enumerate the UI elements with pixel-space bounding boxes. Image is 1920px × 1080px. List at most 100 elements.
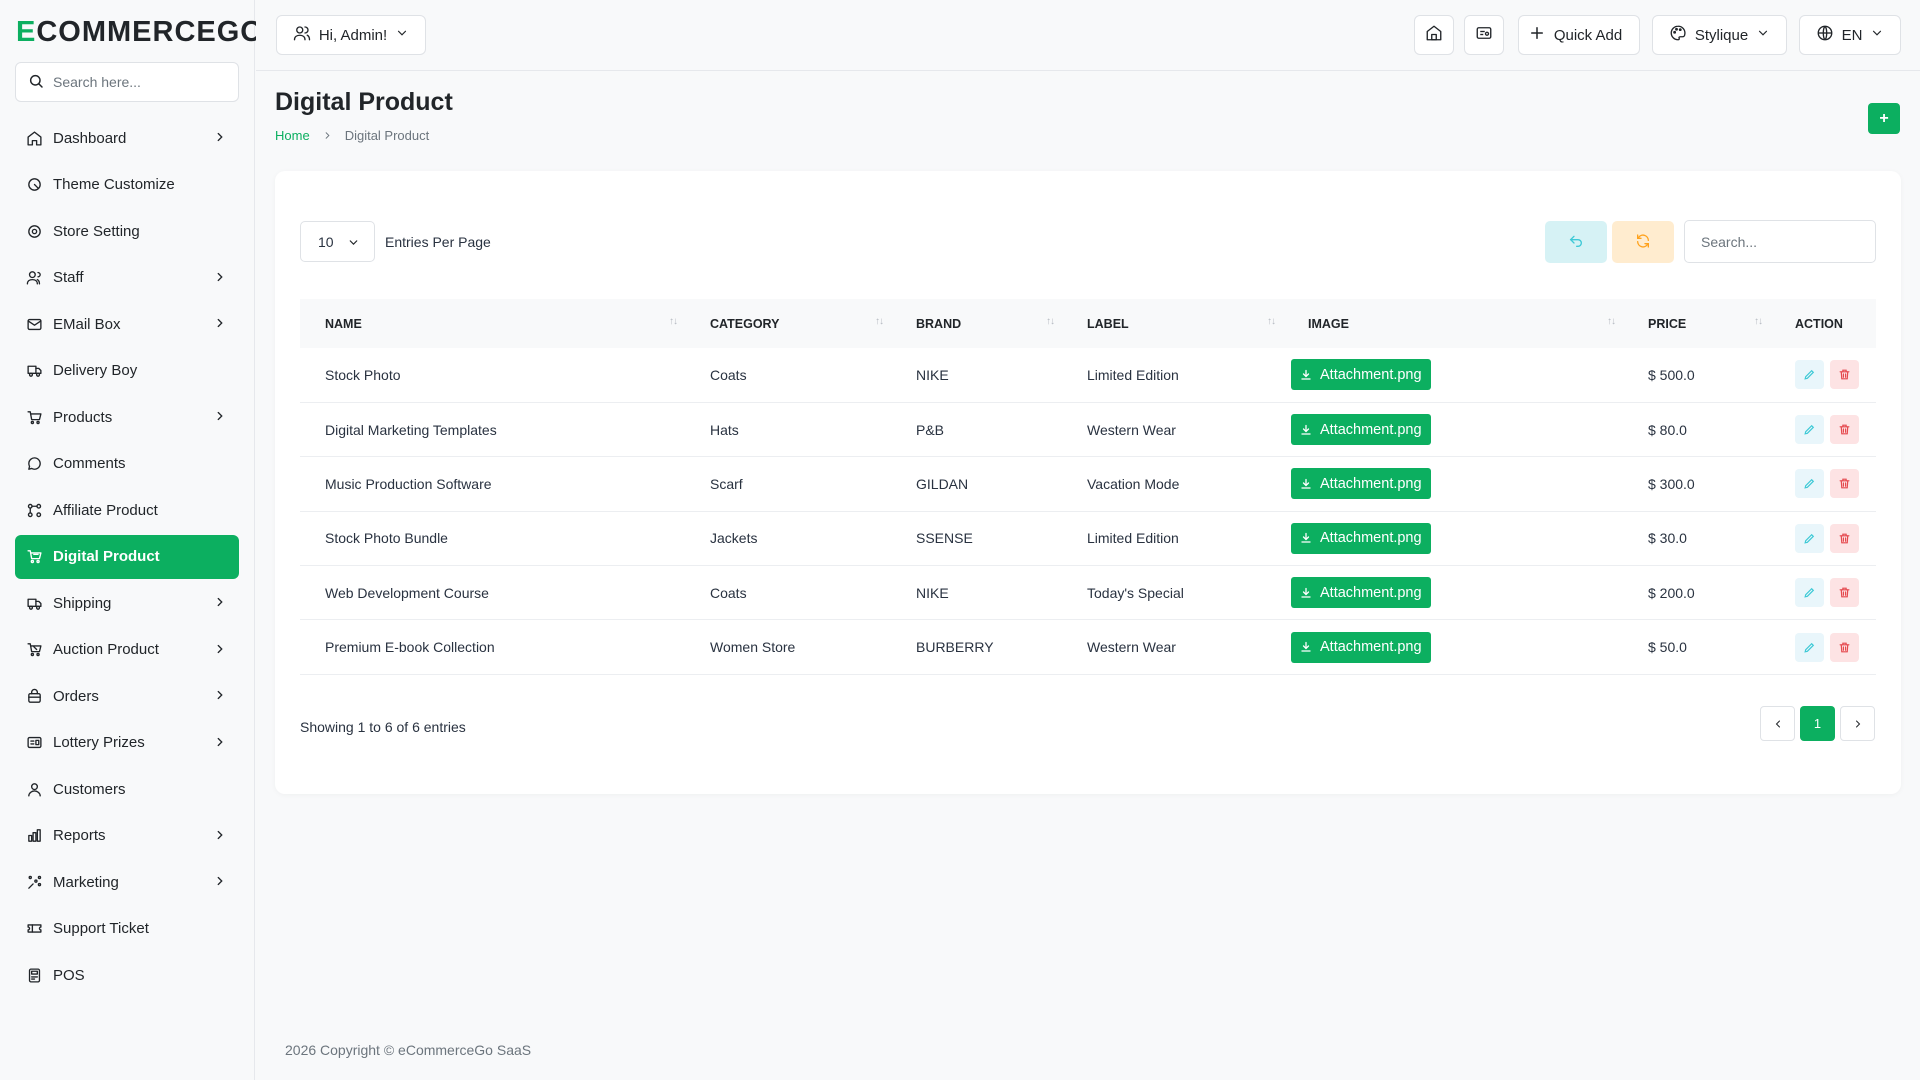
user-menu-button[interactable]: Hi, Admin! xyxy=(276,15,426,55)
table-row: Digital Marketing Templates Hats P&B Wester… xyxy=(300,402,1876,457)
sidebar-search xyxy=(15,62,239,102)
home-icon xyxy=(25,129,43,147)
delete-button[interactable] xyxy=(1830,523,1859,553)
sidebar-item-label: Auction Product xyxy=(53,641,159,658)
lottery-icon xyxy=(25,734,43,752)
attachment-label: Attachment.png xyxy=(1320,475,1422,492)
cell-image: Attachment.png xyxy=(1283,457,1623,511)
users-icon xyxy=(25,269,43,287)
cell-label: Limited Edition xyxy=(1087,530,1179,547)
sidebar-item-comments[interactable]: Comments xyxy=(15,442,239,486)
download-attachment-button[interactable]: Attachment.png xyxy=(1291,577,1431,609)
sidebar-item-delivery-boy[interactable]: Delivery Boy xyxy=(15,349,239,393)
store-name-label: Stylique xyxy=(1694,26,1749,44)
user-icon xyxy=(25,780,43,798)
edit-button[interactable] xyxy=(1795,523,1824,553)
sidebar-item-reports[interactable]: Reports xyxy=(15,814,239,858)
products-card: 10 Entries Per Page Name↑↓ Category↑↓ Br… xyxy=(275,171,1901,794)
download-icon xyxy=(1301,641,1311,652)
sidebar-item-products[interactable]: Products xyxy=(15,395,239,439)
download-icon xyxy=(1301,533,1311,544)
sidebar-item-label: Delivery Boy xyxy=(53,362,138,379)
edit-button[interactable] xyxy=(1795,360,1824,390)
pencil-icon xyxy=(1804,533,1815,544)
prev-page-button[interactable] xyxy=(1760,706,1795,741)
affiliate-icon xyxy=(25,501,43,519)
sidebar-item-label: Shipping xyxy=(53,594,112,612)
download-attachment-button[interactable]: Attachment.png xyxy=(1291,359,1431,391)
page-number-button[interactable]: 1 xyxy=(1800,706,1835,741)
trash-icon xyxy=(1839,479,1850,489)
sidebar-item-marketing[interactable]: Marketing xyxy=(15,860,239,904)
sidebar-item-pos[interactable]: POS xyxy=(15,953,239,997)
column-header-category[interactable]: Category ↑↓ xyxy=(685,299,891,348)
cell-image: Attachment.png xyxy=(1283,511,1623,565)
undo-icon xyxy=(1568,233,1584,252)
comment-icon xyxy=(25,455,43,473)
undo-button[interactable] xyxy=(1545,221,1607,263)
add-product-button[interactable]: + xyxy=(1868,103,1900,134)
sidebar-item-label: Comments xyxy=(53,455,126,472)
next-page-button[interactable] xyxy=(1840,706,1875,741)
edit-button[interactable] xyxy=(1795,469,1824,499)
breadcrumb-home-link[interactable]: Home xyxy=(275,128,310,143)
cell-name: Stock Photo Bundle xyxy=(325,530,448,547)
sort-icon: ↑↓ xyxy=(1754,316,1763,327)
column-header-image[interactable]: Image ↑↓ xyxy=(1283,299,1623,348)
brand-logo[interactable]: ECOMMERCEGO xyxy=(16,16,264,49)
sidebar-item-lottery-prizes[interactable]: Lottery Prizes xyxy=(15,721,239,765)
plus-icon: + xyxy=(1879,109,1889,127)
quick-add-button[interactable]: Quick Add xyxy=(1518,15,1640,55)
store-icon xyxy=(1425,24,1443,46)
sidebar-search-input[interactable] xyxy=(53,74,223,90)
edit-button[interactable] xyxy=(1795,632,1824,662)
delete-button[interactable] xyxy=(1830,469,1859,499)
cell-label: Limited Edition xyxy=(1087,366,1179,383)
sidebar-item-affiliate-product[interactable]: Affiliate Product xyxy=(15,488,239,532)
sidebar-item-dashboard[interactable]: Dashboard xyxy=(15,116,239,160)
sidebar-item-email-box[interactable]: EMail Box xyxy=(15,302,239,346)
cell-price: $ 80.0 xyxy=(1648,421,1687,438)
sidebar-item-store-setting[interactable]: Store Setting xyxy=(15,209,239,253)
orders-icon xyxy=(25,687,43,705)
delete-button[interactable] xyxy=(1830,360,1859,390)
trash-icon xyxy=(1839,642,1850,653)
sidebar-item-shipping[interactable]: Shipping xyxy=(15,581,239,625)
sort-icon: ↑↓ xyxy=(1046,316,1055,327)
download-attachment-button[interactable]: Attachment.png xyxy=(1291,522,1431,554)
attachment-label: Attachment.png xyxy=(1320,366,1422,383)
download-attachment-button[interactable]: Attachment.png xyxy=(1291,414,1431,446)
delete-button[interactable] xyxy=(1830,578,1859,608)
edit-button[interactable] xyxy=(1795,578,1824,608)
auction-icon xyxy=(25,641,43,659)
breadcrumb-current: Digital Product xyxy=(344,128,430,143)
pencil-icon xyxy=(1804,370,1815,381)
refresh-button[interactable] xyxy=(1612,221,1674,263)
column-header-brand[interactable]: Brand ↑↓ xyxy=(891,299,1062,348)
sidebar-item-support-ticket[interactable]: Support Ticket xyxy=(15,907,239,951)
palette-icon xyxy=(25,176,43,194)
sidebar-item-digital-product[interactable]: Digital Product xyxy=(15,534,239,579)
download-attachment-button[interactable]: Attachment.png xyxy=(1291,631,1431,663)
sidebar-item-staff[interactable]: Staff xyxy=(15,256,239,300)
language-button[interactable]: EN xyxy=(1799,15,1901,55)
delete-button[interactable] xyxy=(1830,632,1859,662)
store-home-button[interactable] xyxy=(1414,15,1454,55)
sidebar-item-customers[interactable]: Customers xyxy=(15,767,239,811)
page-size-select[interactable]: 10 xyxy=(300,221,375,262)
cache-button[interactable] xyxy=(1464,15,1504,55)
language-label: EN xyxy=(1841,26,1863,44)
edit-button[interactable] xyxy=(1795,415,1824,445)
sidebar-item-theme-customize[interactable]: Theme Customize xyxy=(15,163,239,207)
chevron-down-icon xyxy=(349,240,358,245)
download-attachment-button[interactable]: Attachment.png xyxy=(1291,468,1431,500)
column-header-name[interactable]: Name ↑↓ xyxy=(300,299,685,348)
column-header-label[interactable]: Label ↑↓ xyxy=(1062,299,1283,348)
delete-button[interactable] xyxy=(1830,415,1859,445)
sidebar-item-orders[interactable]: Orders xyxy=(15,674,239,718)
chevron-right-icon xyxy=(322,130,333,141)
table-search-input[interactable] xyxy=(1684,220,1876,263)
store-switcher-button[interactable]: Stylique xyxy=(1652,15,1787,55)
column-header-price[interactable]: Price ↑↓ xyxy=(1623,299,1770,348)
sidebar-item-auction-product[interactable]: Auction Product xyxy=(15,628,239,672)
